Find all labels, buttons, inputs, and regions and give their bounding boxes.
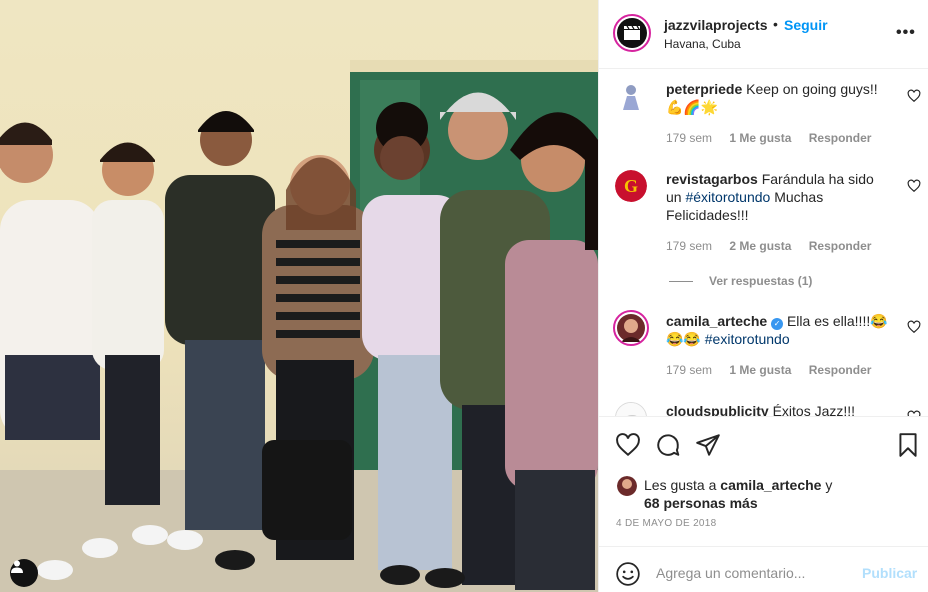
comment-text: cloudspublicity Éxitos Jazz!!! <box>666 402 891 416</box>
comment-likes[interactable]: 1 Me gusta <box>729 363 791 377</box>
person-icon <box>11 560 23 573</box>
likes-text: Les gusta a camila_arteche y 68 personas… <box>644 476 904 512</box>
comment-likes[interactable]: 1 Me gusta <box>729 131 791 145</box>
follow-button[interactable]: Seguir <box>784 17 828 33</box>
likes-connector: y <box>821 477 833 493</box>
comments-list[interactable]: peterpriede Keep on going guys!! 💪🌈🌟 179… <box>599 70 928 416</box>
comment-text: revistagarbos Farándula ha sido un #éxit… <box>666 170 891 224</box>
likes-prefix: Les gusta a <box>644 477 721 493</box>
svg-text:G: G <box>624 176 638 196</box>
comment-text: peterpriede Keep on going guys!! 💪🌈🌟 <box>666 80 891 116</box>
comment-time[interactable]: 179 sem <box>666 239 712 253</box>
post-actions: Les gusta a camila_arteche y 68 personas… <box>599 416 928 546</box>
post-author-username[interactable]: jazzvilaprojects <box>664 17 768 33</box>
commenter-avatar[interactable] <box>613 310 649 346</box>
heart-icon[interactable] <box>907 320 921 334</box>
view-replies-button[interactable]: Ver respuestas (1) <box>669 274 812 288</box>
group-photo-illustration <box>0 60 598 592</box>
comment-text: camila_arteche ✓ Ella es ella!!!!😂😂😂 #ex… <box>666 312 891 348</box>
tagged-users-button[interactable] <box>10 559 38 587</box>
view-replies-label[interactable]: Ver respuestas (1) <box>709 274 812 288</box>
add-comment-bar: Publicar <box>599 546 928 592</box>
publish-button[interactable]: Publicar <box>862 565 917 581</box>
comment-username[interactable]: camila_arteche <box>666 313 767 329</box>
commenter-avatar[interactable] <box>615 402 647 416</box>
post-location[interactable]: Havana, Cuba <box>664 37 741 51</box>
comment-meta: 179 sem 2 Me gusta Responder <box>666 239 885 253</box>
commenter-avatar[interactable]: G <box>615 170 647 202</box>
separator-dot: • <box>773 16 778 32</box>
profile-avatar[interactable] <box>613 14 651 52</box>
verified-badge-icon: ✓ <box>771 318 784 330</box>
heart-icon[interactable] <box>907 179 921 193</box>
reply-button[interactable]: Responder <box>809 239 872 253</box>
bookmark-icon[interactable] <box>895 432 921 458</box>
reply-button[interactable]: Responder <box>809 363 872 377</box>
comment-time[interactable]: 179 sem <box>666 131 712 145</box>
commenter-avatar[interactable] <box>615 80 647 112</box>
like-heart-icon[interactable] <box>615 432 641 458</box>
post-date[interactable]: 4 DE MAYO DE 2018 <box>616 518 717 529</box>
comment-likes[interactable]: 2 Me gusta <box>729 239 791 253</box>
liker-username[interactable]: camila_arteche <box>720 477 821 493</box>
comment-username[interactable]: revistagarbos <box>666 171 758 187</box>
share-plane-icon[interactable] <box>695 432 721 458</box>
replies-divider <box>669 281 693 283</box>
post-header: jazzvilaprojects • Seguir Havana, Cuba •… <box>599 0 928 69</box>
hashtag-link[interactable]: #exitorotundo <box>705 331 790 347</box>
likes-others-count[interactable]: 68 personas más <box>644 495 758 511</box>
comment-time[interactable]: 179 sem <box>666 363 712 377</box>
clapperboard-icon <box>624 25 640 40</box>
more-options-icon[interactable]: ••• <box>896 24 916 42</box>
post-photo[interactable] <box>0 0 598 592</box>
comment-username[interactable]: peterpriede <box>666 81 742 97</box>
hashtag-link[interactable]: #éxitorotundo <box>685 189 770 205</box>
comment-input[interactable] <box>656 560 851 586</box>
comment-meta: 179 sem 1 Me gusta Responder <box>666 131 885 145</box>
emoji-icon[interactable] <box>615 561 641 587</box>
reply-button[interactable]: Responder <box>809 131 872 145</box>
comment-meta: 179 sem 1 Me gusta Responder <box>666 363 885 377</box>
comment-bubble-icon[interactable] <box>655 432 681 458</box>
comment-username[interactable]: cloudspublicity <box>666 403 769 416</box>
post-side-panel: jazzvilaprojects • Seguir Havana, Cuba •… <box>598 0 928 592</box>
liker-avatar[interactable] <box>617 476 637 496</box>
heart-icon[interactable] <box>907 89 921 103</box>
comment-body: Éxitos Jazz!!! <box>772 403 856 416</box>
